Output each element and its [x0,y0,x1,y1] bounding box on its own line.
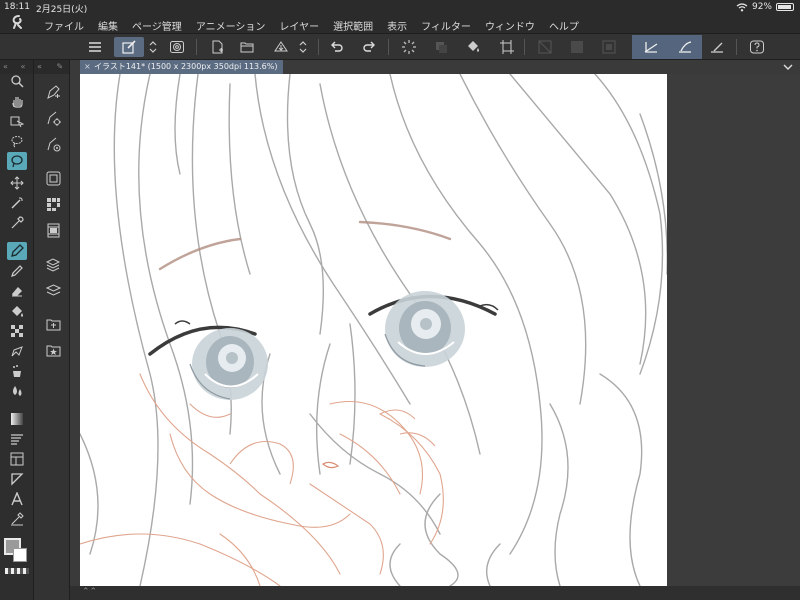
invert-disabled-icon[interactable] [598,37,620,57]
clip-studio-logo-icon[interactable] [10,14,28,30]
status-indicators: 92% [736,2,794,12]
tool-palette: « « [0,60,34,600]
gradient-icon[interactable] [7,410,27,428]
help-icon[interactable] [746,37,768,57]
crop-select-icon[interactable] [496,37,518,57]
sub-palette-collapse-bar[interactable]: « ✎ [34,60,69,74]
toolbar-divider [388,39,389,55]
menu-filter[interactable]: フィルター [421,18,471,33]
fill-bucket-icon[interactable] [462,37,484,57]
canvas-side-area [667,74,800,586]
open-folder-icon[interactable] [236,37,258,57]
blend-icon[interactable] [7,382,27,400]
zoom-icon[interactable] [7,72,27,90]
pencil-icon[interactable] [7,262,27,280]
eyedropper-icon[interactable] [7,214,27,232]
frame-border-icon[interactable] [7,450,27,468]
command-bar [0,34,800,60]
sub-tool-brush-icon[interactable] [43,134,63,154]
line-art-illustration [80,74,667,586]
collapse-left-icon-3[interactable]: « [37,62,42,71]
transform-disabled-icon[interactable] [566,37,588,57]
hamburger-menu-icon[interactable] [84,37,106,57]
battery-icon [776,3,794,11]
copy-disabled-icon[interactable] [430,37,452,57]
pen-mini-icon[interactable]: ✎ [56,62,63,71]
chevron-down-icon[interactable] [782,61,794,73]
menu-bar: 18:11 2月25日(火) 92% ファイル 編集 ページ管理 アニメーション… [0,0,800,34]
material-icon[interactable] [43,314,63,334]
document-tab-bar: イラスト141* (1500 x 2300px 350dpi 113.6%) [80,60,800,74]
snap-special-ruler-icon[interactable] [674,37,696,57]
correct-line-icon[interactable] [7,510,27,528]
hand-icon[interactable] [7,92,27,110]
status-time: 18:11 [4,2,30,12]
sub-tool-palette: « ✎ [34,60,70,600]
toolbar-divider [736,39,737,55]
status-date: 2月25日(火) [36,5,88,15]
redo-icon[interactable] [358,37,380,57]
menu-edit[interactable]: 編集 [98,18,118,33]
sub-tool-pen-icon[interactable] [43,82,63,102]
stepper-updown-icon-2[interactable] [296,37,310,57]
drawing-canvas[interactable] [80,74,667,586]
lasso-fill-icon[interactable] [7,152,27,170]
collapse-left-icon-2[interactable]: « [20,62,25,71]
ruler-icon[interactable] [7,470,27,488]
fill-icon[interactable] [7,302,27,320]
clip-studio-window: 18:11 2月25日(火) 92% ファイル 編集 ページ管理 アニメーション… [0,0,800,600]
edit-mode-button[interactable] [114,37,144,57]
favorite-material-icon[interactable] [43,340,63,360]
menu-file[interactable]: ファイル [44,18,84,33]
decoration-icon[interactable] [7,362,27,380]
battery-percent: 92% [751,2,772,12]
clear-disabled-icon[interactable] [534,37,556,57]
lasso-select-icon[interactable] [7,132,27,150]
menu-layer[interactable]: レイヤー [279,18,319,33]
toolbar-divider [318,39,319,55]
collapse-left-icon[interactable]: « [3,62,8,71]
menu-window[interactable]: ウィンドウ [485,18,535,33]
menu-help[interactable]: ヘルプ [549,18,579,33]
color-set-icon[interactable] [43,194,63,214]
menu-view[interactable]: 表示 [387,18,407,33]
expand-up-icon[interactable]: ⌃⌃ [82,587,97,597]
menu-selection[interactable]: 選択範囲 [333,18,373,33]
pen-icon[interactable] [7,242,27,260]
object-select-icon[interactable] [7,112,27,130]
loading-spinner-icon[interactable] [398,37,420,57]
move-icon[interactable] [7,174,27,192]
layers-icon[interactable] [43,280,63,300]
menu-animation[interactable]: アニメーション [196,18,266,33]
shape-lines-icon[interactable] [7,430,27,448]
airbrush-icon[interactable] [7,342,27,360]
new-file-icon[interactable] [206,37,228,57]
sub-tool-settings-icon[interactable] [43,108,63,128]
toolbar-divider [196,39,197,55]
text-icon[interactable] [7,490,27,508]
wifi-icon [736,2,748,11]
navigator-icon[interactable] [43,168,63,188]
bottom-bar: ⌃⌃ [70,586,800,600]
sub-color-swatch[interactable] [13,548,27,562]
transparent-color-swatch[interactable] [5,568,29,574]
layer-property-icon[interactable] [43,254,63,274]
menu-items: ファイル 編集 ページ管理 アニメーション レイヤー 選択範囲 表示 フィルター… [44,18,593,33]
toolbar-divider [524,39,525,55]
pattern-icon[interactable] [7,322,27,340]
snap-grid-icon[interactable] [706,37,728,57]
stepper-updown-icon[interactable] [146,37,160,57]
snap-ruler-icon[interactable] [640,37,662,57]
undo-icon[interactable] [326,37,348,57]
menu-page-management[interactable]: ページ管理 [132,18,182,33]
magic-wand-icon[interactable] [7,194,27,212]
filmstrip-icon[interactable] [43,220,63,240]
spiral-icon[interactable] [166,37,188,57]
export-icon[interactable] [270,37,292,57]
eraser-icon[interactable] [7,282,27,300]
document-tab[interactable]: イラスト141* (1500 x 2300px 350dpi 113.6%) [80,60,284,74]
